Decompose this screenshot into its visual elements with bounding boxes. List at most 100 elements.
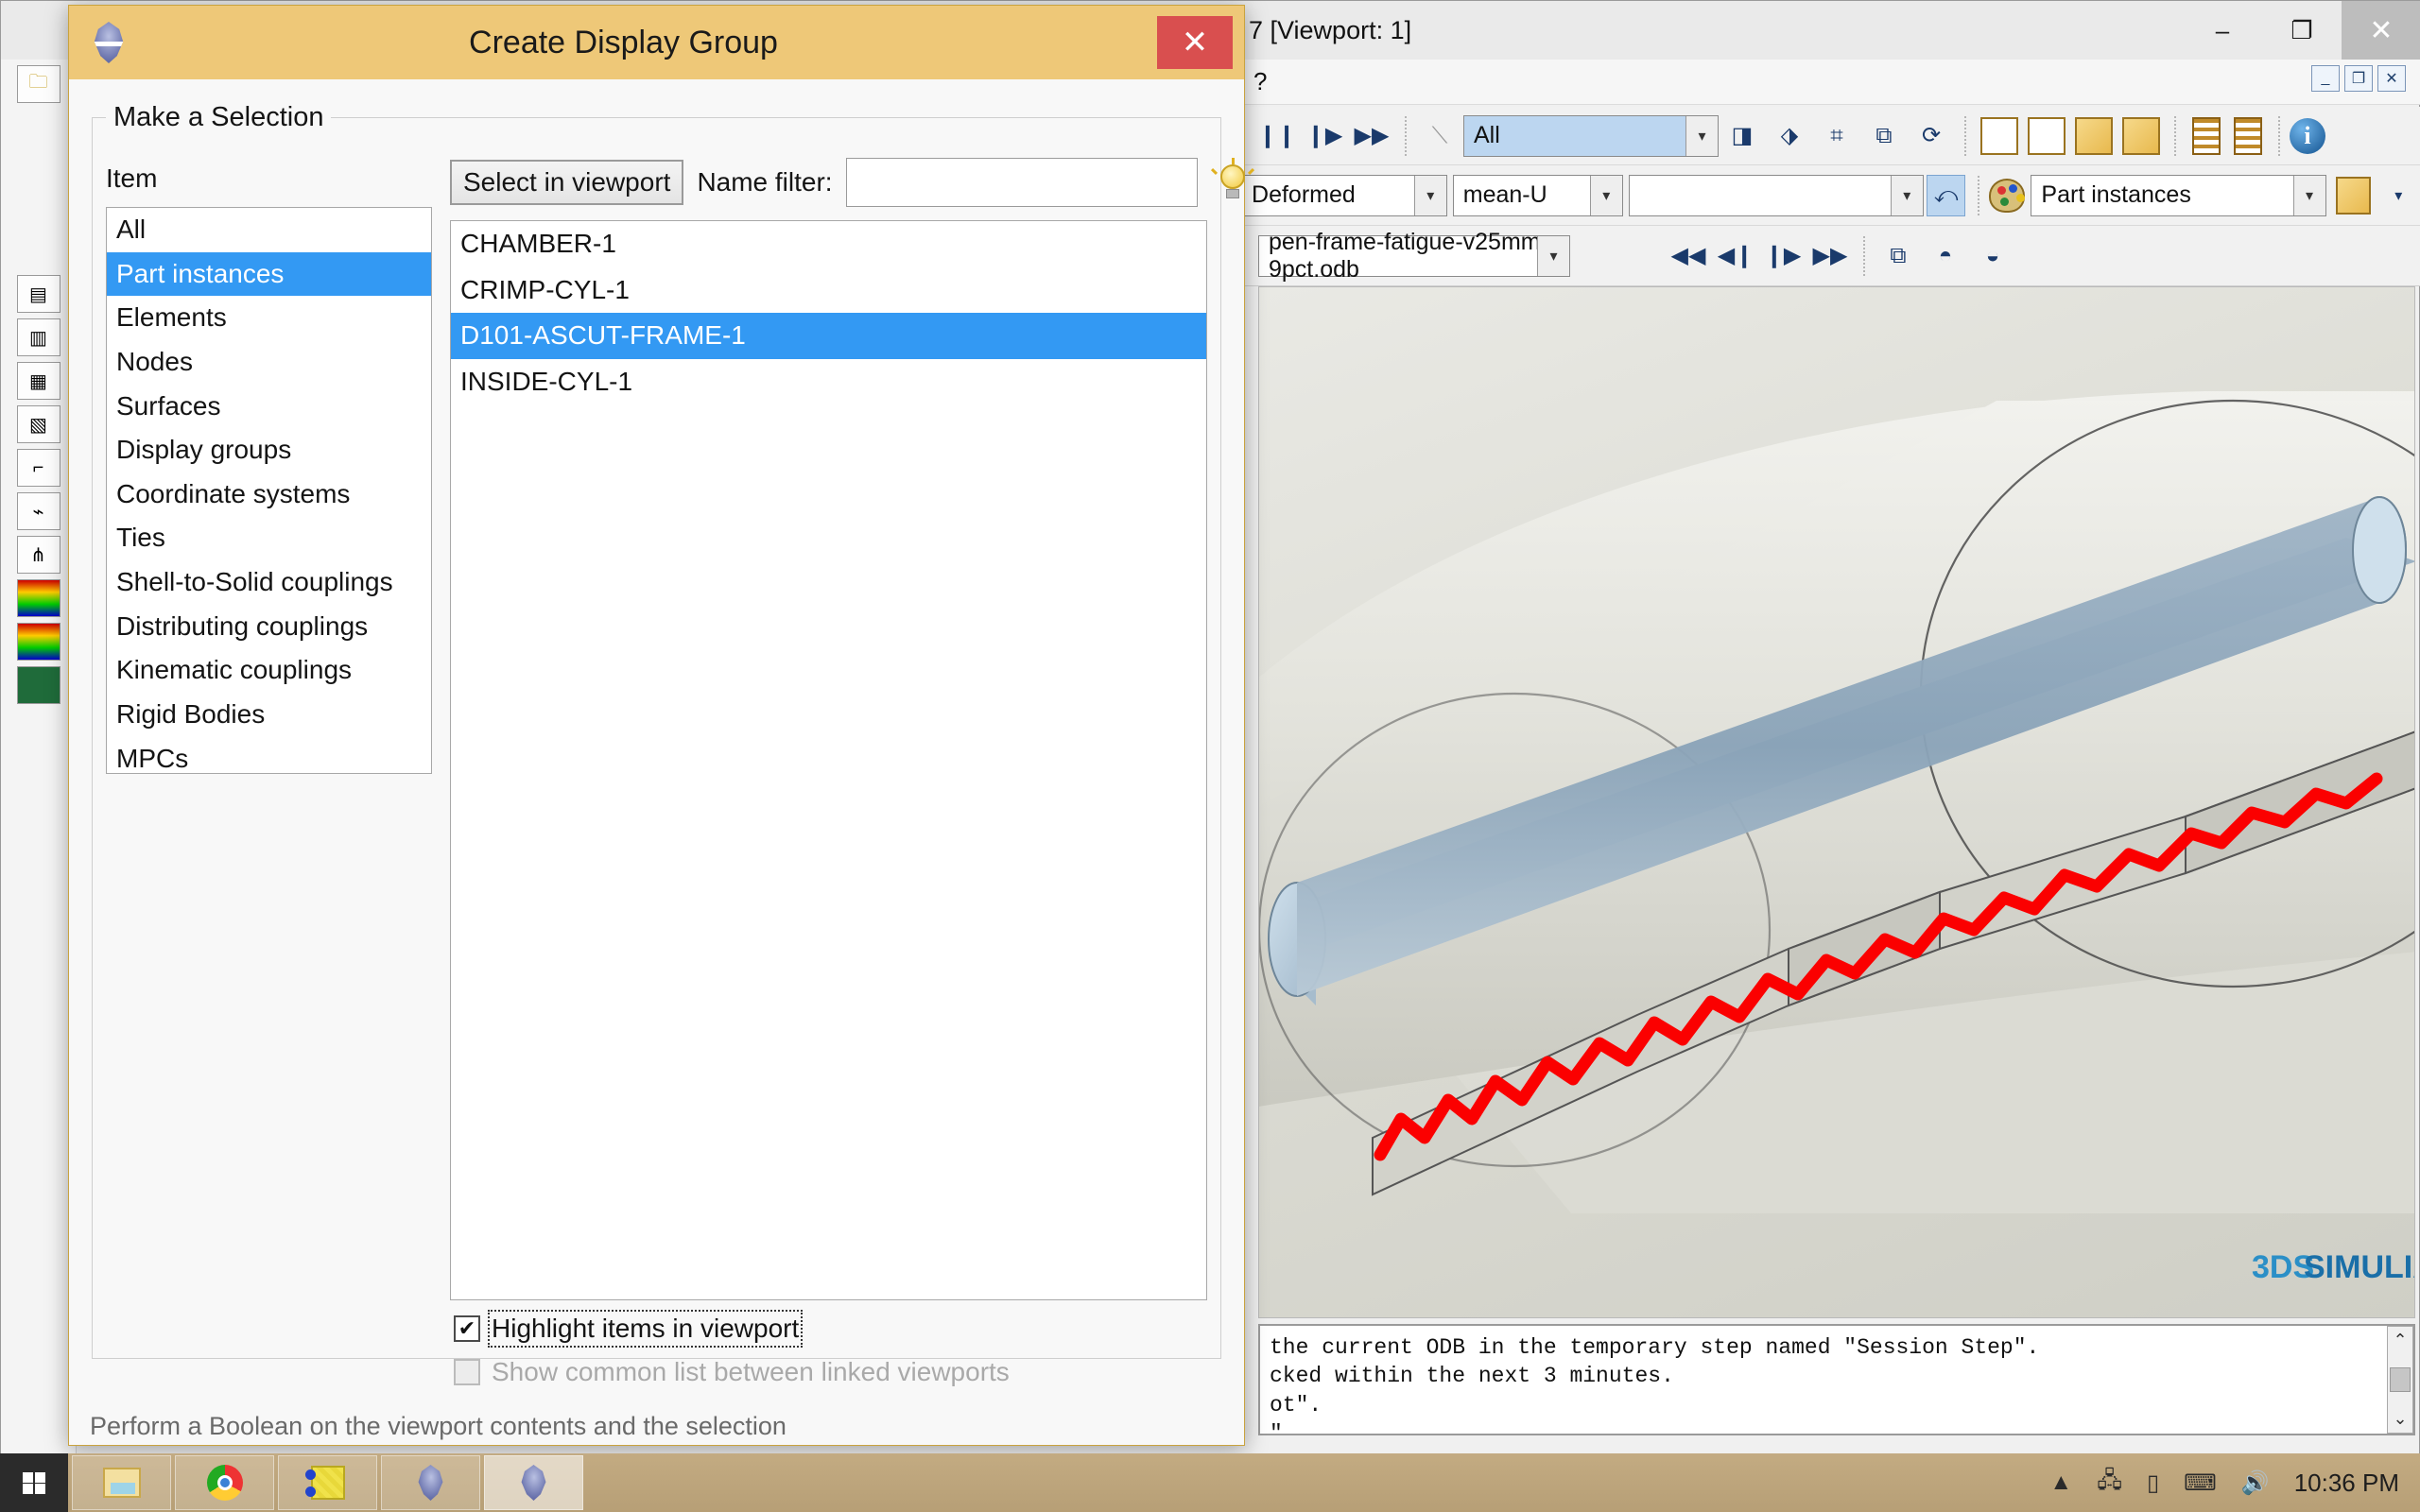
scroll-down-icon[interactable]: ⌄	[2393, 1409, 2407, 1429]
table-icon[interactable]: ▧	[16, 405, 60, 443]
rotate-icon[interactable]: ⟳	[1910, 115, 1952, 157]
path-icon[interactable]: ⌐	[16, 449, 60, 487]
info-icon[interactable]: i	[2290, 117, 2325, 154]
item-list-option[interactable]: Rigid Bodies	[107, 693, 431, 737]
select-in-viewport-button[interactable]: Select in viewport	[450, 160, 684, 205]
solid-shape-icon[interactable]: ◨	[1721, 115, 1763, 157]
item-type-listbox[interactable]: All Part instances Elements Nodes Surfaces Di…	[106, 207, 432, 774]
chevron-down-icon[interactable]: ▾	[1890, 175, 1923, 215]
mdi-close-button[interactable]: ✕	[2377, 65, 2406, 92]
xy-data-icon[interactable]: ⌁	[16, 492, 60, 530]
grid-icon[interactable]: ▦	[16, 362, 60, 400]
last-frame-icon[interactable]: ▶▶	[1351, 115, 1392, 157]
window-close-button[interactable]: ✕	[2342, 1, 2420, 60]
previous-frame-icon[interactable]: ◀❙	[1715, 235, 1756, 277]
battery-icon[interactable]: ▯	[2147, 1469, 2159, 1497]
camera-icon[interactable]: ◓	[1925, 235, 1966, 277]
console-scrollbar[interactable]: ⌃ ⌄	[2387, 1326, 2413, 1434]
pause-icon[interactable]: ❙❙	[1256, 115, 1298, 157]
color-palette-icon[interactable]	[1989, 178, 2026, 213]
crop-view-icon[interactable]: ⌗	[1816, 115, 1858, 157]
keyboard-icon[interactable]: ⌨	[2184, 1469, 2217, 1497]
taskbar-clock[interactable]: 10:36 PM	[2294, 1469, 2399, 1498]
chevron-down-icon[interactable]: ▾	[1589, 175, 1622, 215]
part-instance-list-option[interactable]: INSIDE-CYL-1	[451, 359, 1206, 405]
taskbar-item-abaqus-active[interactable]	[484, 1455, 583, 1510]
cut-geometry-icon[interactable]: ⬗	[1769, 115, 1810, 157]
end-frame-icon[interactable]: ▶▶	[1809, 235, 1851, 277]
filled-cube-icon[interactable]	[2075, 116, 2113, 155]
display-group-strip-icon[interactable]	[16, 666, 60, 704]
part-instance-listbox[interactable]: CHAMBER-1 CRIMP-CYL-1 D101-ASCUT-FRAME-1 IN…	[450, 220, 1207, 1300]
chevron-down-icon[interactable]: ▾	[2378, 175, 2418, 216]
refresh-icon[interactable]: ⤺	[1926, 174, 1966, 216]
item-list-option[interactable]: Distributing couplings	[107, 605, 431, 649]
plot-state-combo[interactable]: Deformed ▾	[1241, 174, 1447, 216]
scroll-up-icon[interactable]: ⌃	[2393, 1331, 2407, 1350]
item-list-option[interactable]: Display groups	[107, 428, 431, 472]
symbol-plot-icon[interactable]: ▥	[16, 318, 60, 356]
chevron-down-icon[interactable]: ▾	[1413, 175, 1446, 215]
message-console[interactable]: the current ODB in the temporary step na…	[1258, 1324, 2415, 1435]
field-output-combo[interactable]: mean-U ▾	[1452, 174, 1623, 216]
component-combo[interactable]: ▾	[1628, 174, 1924, 216]
mesh-stack-alt-icon[interactable]	[2234, 116, 2262, 155]
item-list-option[interactable]: Nodes	[107, 340, 431, 385]
shaded-cube-icon[interactable]	[2122, 116, 2160, 155]
volume-icon[interactable]: 🔊	[2241, 1469, 2270, 1497]
part-instance-list-option[interactable]: CHAMBER-1	[451, 221, 1206, 267]
probe-icon[interactable]: ⋔	[16, 536, 60, 574]
legend-icon[interactable]	[16, 623, 60, 661]
item-list-option[interactable]: Ties	[107, 516, 431, 560]
chevron-down-icon[interactable]: ▾	[1537, 235, 1569, 276]
taskbar-item-abaqus[interactable]	[381, 1455, 480, 1510]
item-list-option[interactable]: Kinematic couplings	[107, 648, 431, 693]
scrollbar-thumb[interactable]	[2390, 1367, 2411, 1392]
mdi-restore-button[interactable]: ❐	[2344, 65, 2373, 92]
highlight-checkbox[interactable]: ✔	[454, 1315, 480, 1342]
chevron-down-icon[interactable]: ▾	[2292, 175, 2325, 215]
item-list-option[interactable]: Elements	[107, 296, 431, 340]
network-icon[interactable]: 🖧	[2097, 1464, 2122, 1503]
hidden-line-cube-icon[interactable]	[2028, 116, 2066, 155]
mesh-stack-icon[interactable]	[2192, 116, 2221, 155]
item-list-option[interactable]: Surfaces	[107, 385, 431, 429]
next-frame-icon[interactable]: ❙▶	[1762, 235, 1804, 277]
taskbar-item-chrome[interactable]	[175, 1455, 274, 1510]
contour-plot-icon[interactable]: ▤	[16, 275, 60, 313]
dialog-close-button[interactable]: ✕	[1157, 16, 1233, 69]
wireframe-cube-icon[interactable]	[1980, 116, 2018, 155]
part-instance-list-option[interactable]: D101-ASCUT-FRAME-1	[451, 313, 1206, 359]
camera-snapshot-icon[interactable]: ◒	[1972, 235, 2014, 277]
item-list-option[interactable]: Part instances	[107, 251, 431, 297]
arrow-select-icon[interactable]: ⟍	[1419, 115, 1461, 157]
show-hidden-icons-icon[interactable]: ▲	[2049, 1469, 2072, 1496]
item-list-option[interactable]: All	[107, 208, 431, 252]
menu-item-help[interactable]: ?	[1253, 67, 1267, 96]
first-frame-icon[interactable]: ◀◀	[1668, 235, 1709, 277]
highlight-checkbox-label[interactable]: Highlight items in viewport	[487, 1310, 804, 1348]
window-restore-button[interactable]: ❐	[2262, 1, 2342, 60]
lightbulb-icon[interactable]	[1210, 158, 1254, 204]
taskbar-item-file-explorer[interactable]	[72, 1455, 171, 1510]
display-group-combo[interactable]: Part instances ▾	[2031, 174, 2326, 216]
item-list-option[interactable]: Shell-to-Solid couplings	[107, 560, 431, 605]
open-file-icon[interactable]: 🗀	[16, 65, 60, 103]
copy-frames-icon[interactable]: ⧉	[1877, 235, 1919, 277]
start-button[interactable]	[0, 1453, 68, 1512]
taskbar-item-notes[interactable]	[278, 1455, 377, 1510]
odb-file-combo[interactable]: pen-frame-fatigue-v25mm-9pct.odb ▾	[1258, 229, 1570, 283]
highlight-checkbox-row[interactable]: ✔ Highlight items in viewport	[454, 1310, 1207, 1348]
window-minimize-button[interactable]: –	[2183, 1, 2262, 60]
step-forward-icon[interactable]: ❙▶	[1304, 115, 1345, 157]
mirror-icon[interactable]: ⧉	[1863, 115, 1905, 157]
mdi-minimize-button[interactable]: _	[2311, 65, 2340, 92]
create-display-group-icon[interactable]	[2335, 176, 2372, 215]
selection-scope-combo[interactable]: All ▾	[1463, 114, 1719, 157]
viewport-3d-canvas[interactable]: 3DS SIMULIA	[1258, 286, 2415, 1318]
spectrum-icon[interactable]	[16, 579, 60, 617]
part-instance-list-option[interactable]: CRIMP-CYL-1	[451, 267, 1206, 314]
chevron-down-icon[interactable]: ▾	[1685, 115, 1718, 156]
item-list-option[interactable]: MPCs	[107, 737, 431, 774]
item-list-option[interactable]: Coordinate systems	[107, 472, 431, 517]
